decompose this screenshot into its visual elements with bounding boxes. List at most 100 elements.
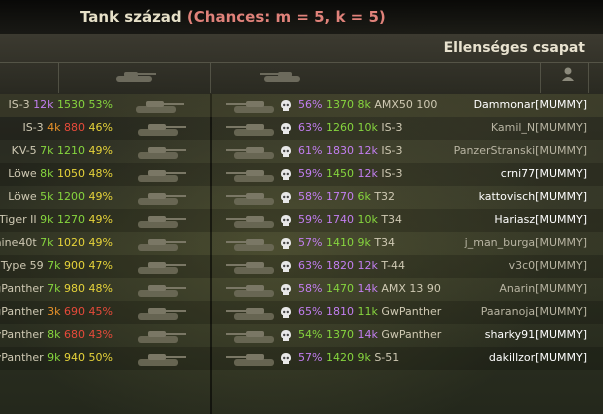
ally-vehicle-name: IS-3: [8, 98, 30, 111]
ally-winrate: 53%: [88, 98, 113, 111]
ally-tank-icon: [134, 281, 190, 299]
enemy-rating: 1260: [325, 121, 354, 134]
table-row[interactable]: gPanther 3k 690 45% 65% 1810 11k GwPanthe…: [0, 301, 603, 324]
column-separator: [588, 63, 589, 93]
enemy-vehicle-name: S-51: [374, 351, 400, 364]
enemy-stats: 63% 1260 10k IS-3: [298, 120, 403, 136]
ally-vehicle-name: gPanther: [0, 305, 44, 318]
column-separator: [210, 63, 211, 93]
enemy-rating: 1740: [325, 213, 354, 226]
ally-tank-icon: [134, 120, 190, 138]
ally-winrate: 49%: [88, 213, 113, 226]
ally-tank-icon: [134, 304, 190, 322]
table-row[interactable]: vPanther 9k 940 50% 57% 1420 9k S-51 dakil…: [0, 347, 603, 370]
tank-column-icon[interactable]: [112, 68, 158, 84]
ally-rating: 1270: [57, 213, 86, 226]
enemy-battles: 12k: [357, 167, 378, 180]
ally-battles: 7k: [40, 236, 54, 249]
enemy-player-name[interactable]: PanzerStranski[MUMMY]: [454, 143, 587, 159]
enemy-stats: 59% 1740 10k T34: [298, 212, 402, 228]
table-row[interactable]: vPanther 8k 680 43% 54% 1370 14k GwPanthe…: [0, 324, 603, 347]
ally-rating: 1530: [57, 98, 86, 111]
enemy-tank-icon: [222, 143, 278, 161]
ally-stats: gPanther 3k 690 45%: [0, 304, 113, 320]
enemy-player-name[interactable]: Hariasz[MUMMY]: [494, 212, 587, 228]
ally-battles: 5k: [40, 190, 54, 203]
enemy-stats: 61% 1830 12k IS-3: [298, 143, 403, 159]
enemy-player-name[interactable]: dakillzor[MUMMY]: [489, 350, 587, 366]
enemy-rating: 1370: [325, 98, 354, 111]
skull-icon: [280, 328, 292, 342]
ally-vehicle-name: KV-5: [11, 144, 37, 157]
chances-label: (Chances: m = 5, k = 5): [186, 8, 386, 26]
table-row[interactable]: Löwe 5k 1200 49% 58% 1770 6k T32 kattovisc…: [0, 186, 603, 209]
table-row[interactable]: Löwe 8k 1050 48% 59% 1450 12k IS-3 crni77[…: [0, 163, 603, 186]
ally-rating: 680: [64, 328, 86, 341]
enemy-winrate: 59%: [298, 167, 323, 180]
enemy-stats: 58% 1770 6k T32: [298, 189, 395, 205]
table-row[interactable]: Tiger II 9k 1270 49% 59% 1740 10k T34 Hari…: [0, 209, 603, 232]
enemy-battles: 14k: [357, 282, 378, 295]
enemy-player-name[interactable]: v3c0[MUMMY]: [509, 258, 587, 274]
ally-vehicle-name: Löwe: [8, 190, 37, 203]
ally-winrate: 48%: [88, 282, 113, 295]
enemy-vehicle-name: T32: [374, 190, 396, 203]
enemy-vehicle-name: IS-3: [381, 144, 403, 157]
table-row[interactable]: aine40t 7k 1020 49% 57% 1410 9k T34 j_man_…: [0, 232, 603, 255]
enemy-winrate: 54%: [298, 328, 323, 341]
enemy-player-name[interactable]: Paaranoja[MUMMY]: [481, 304, 587, 320]
enemy-player-name[interactable]: Anarin[MUMMY]: [499, 281, 587, 297]
ally-rating: 900: [64, 259, 86, 272]
player-column-icon[interactable]: [561, 66, 575, 82]
ally-tank-icon: [134, 212, 190, 230]
enemy-tank-icon: [222, 235, 278, 253]
enemy-player-name[interactable]: j_man_burga[MUMMY]: [465, 235, 587, 251]
table-row[interactable]: IS-3 4k 880 46% 63% 1260 10k IS-3 Kamil_N[…: [0, 117, 603, 140]
enemy-rating: 1470: [325, 282, 354, 295]
skull-icon: [280, 98, 292, 112]
table-row[interactable]: KV-5 7k 1210 49% 61% 1830 12k IS-3 PanzerS…: [0, 140, 603, 163]
ally-battles: 7k: [47, 259, 61, 272]
enemy-battles: 12k: [357, 259, 378, 272]
enemy-stats: 57% 1410 9k T34: [298, 235, 395, 251]
ally-rating: 980: [64, 282, 86, 295]
ally-winrate: 47%: [88, 259, 113, 272]
enemy-player-name[interactable]: Kamil_N[MUMMY]: [491, 120, 587, 136]
enemy-vehicle-name: AMX 13 90: [381, 282, 441, 295]
enemy-player-name[interactable]: Dammonar[MUMMY]: [474, 97, 587, 113]
ally-rating: 690: [64, 305, 86, 318]
table-row[interactable]: gPanther 7k 980 48% 58% 1470 14k AMX 13 9…: [0, 278, 603, 301]
enemy-stats: 54% 1370 14k GwPanther: [298, 327, 441, 343]
skull-icon: [280, 213, 292, 227]
enemy-vehicle-name: AMX50 100: [374, 98, 438, 111]
enemy-tank-icon: [222, 350, 278, 368]
ally-winrate: 46%: [88, 121, 113, 134]
table-row[interactable]: IS-3 12k 1530 53% 56% 1370 8k AMX50 100 Da…: [0, 94, 603, 117]
enemy-rating: 1410: [325, 236, 354, 249]
enemy-player-name[interactable]: kattovisch[MUMMY]: [479, 189, 587, 205]
ally-rating: 1210: [57, 144, 86, 157]
enemy-rating: 1420: [325, 351, 354, 364]
ally-tank-icon: [134, 327, 190, 345]
tank-column-icon[interactable]: [258, 68, 304, 84]
enemy-rating: 1830: [325, 144, 354, 157]
enemy-tank-icon: [222, 258, 278, 276]
enemy-player-name[interactable]: sharky91[MUMMY]: [485, 327, 587, 343]
enemy-tank-icon: [222, 281, 278, 299]
enemy-winrate: 56%: [298, 98, 323, 111]
ally-winrate: 48%: [88, 167, 113, 180]
enemy-player-name[interactable]: crni77[MUMMY]: [501, 166, 587, 182]
enemy-tank-icon: [222, 212, 278, 230]
enemy-battles: 8k: [357, 98, 371, 111]
ally-winrate: 50%: [88, 351, 113, 364]
table-row[interactable]: Type 59 7k 900 47% 63% 1820 12k T-44 v3c0[…: [0, 255, 603, 278]
enemy-winrate: 57%: [298, 351, 323, 364]
skull-icon: [280, 305, 292, 319]
ally-tank-icon: [134, 235, 190, 253]
ally-vehicle-name: vPanther: [0, 351, 44, 364]
ally-stats: vPanther 8k 680 43%: [0, 327, 113, 343]
enemy-rating: 1770: [325, 190, 354, 203]
ally-vehicle-name: vPanther: [0, 328, 44, 341]
enemy-battles: 10k: [357, 213, 378, 226]
enemy-battles: 6k: [357, 190, 371, 203]
